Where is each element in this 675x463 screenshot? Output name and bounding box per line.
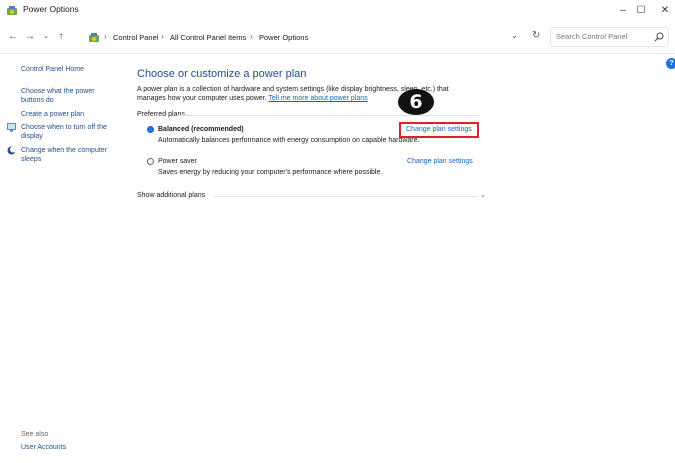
address-dropdown-chevron-icon[interactable]: ⌄ <box>511 31 518 40</box>
power-saver-change-plan-settings-link[interactable]: Change plan settings <box>407 158 473 165</box>
breadcrumb-control-panel[interactable]: Control Panel <box>113 33 158 42</box>
sidebar-item-power-buttons[interactable]: Choose what the power buttons do <box>21 87 116 105</box>
help-icon[interactable]: ? <box>666 58 675 69</box>
forward-arrow-icon[interactable]: → <box>24 31 36 43</box>
annotation-highlight-box <box>399 122 479 138</box>
breadcrumb-separator-icon: › <box>250 32 253 41</box>
additional-plans-divider <box>213 196 478 197</box>
tell-me-more-link[interactable]: Tell me more about power plans <box>268 95 367 102</box>
show-additional-plans-label[interactable]: Show additional plans <box>137 192 205 199</box>
header-divider <box>0 53 675 54</box>
balanced-plan-name[interactable]: Balanced (recommended) <box>158 126 244 133</box>
see-also-user-accounts[interactable]: User Accounts <box>21 444 66 451</box>
minimize-button[interactable]: – <box>613 3 633 19</box>
control-panel-icon <box>89 33 99 42</box>
balanced-plan-description: Automatically balances performance with … <box>158 137 420 144</box>
close-button[interactable]: ✕ <box>655 3 675 19</box>
recent-locations-chevron-icon[interactable]: ⌄ <box>40 31 52 43</box>
page-title: Choose or customize a power plan <box>137 68 307 80</box>
preferred-plans-divider <box>177 115 480 116</box>
sidebar-item-create-plan[interactable]: Create a power plan <box>21 110 84 119</box>
maximize-button[interactable]: ☐ <box>631 3 651 19</box>
search-input[interactable] <box>556 32 646 41</box>
sidebar-item-turn-off-display[interactable]: Choose when to turn off the display <box>21 123 116 141</box>
sidebar-item-control-panel-home[interactable]: Control Panel Home <box>21 65 84 74</box>
breadcrumb-power-options[interactable]: Power Options <box>259 33 308 42</box>
power-saver-plan-name[interactable]: Power saver <box>158 158 197 165</box>
power-saver-radio[interactable] <box>147 158 154 165</box>
moon-icon <box>7 146 16 155</box>
step-number-badge: 6 <box>398 89 434 115</box>
breadcrumb-separator-icon: › <box>104 32 107 41</box>
back-arrow-icon[interactable]: ← <box>7 31 19 43</box>
expand-chevron-icon[interactable]: ⌄ <box>480 191 486 199</box>
sidebar-item-computer-sleeps[interactable]: Change when the computer sleeps <box>21 146 116 164</box>
title-bar <box>0 0 675 22</box>
see-also-label: See also <box>21 431 49 438</box>
breadcrumb-all-items[interactable]: All Control Panel Items <box>170 33 246 42</box>
up-arrow-icon[interactable]: ↑ <box>55 31 67 43</box>
monitor-icon <box>7 123 16 132</box>
power-saver-plan-description: Saves energy by reducing your computer's… <box>158 169 383 176</box>
balanced-radio[interactable] <box>147 126 154 133</box>
window-title: Power Options <box>23 4 79 14</box>
refresh-icon[interactable]: ↻ <box>532 30 540 41</box>
search-icon[interactable] <box>654 32 664 42</box>
power-options-icon <box>7 6 17 15</box>
breadcrumb-separator-icon: › <box>161 32 164 41</box>
